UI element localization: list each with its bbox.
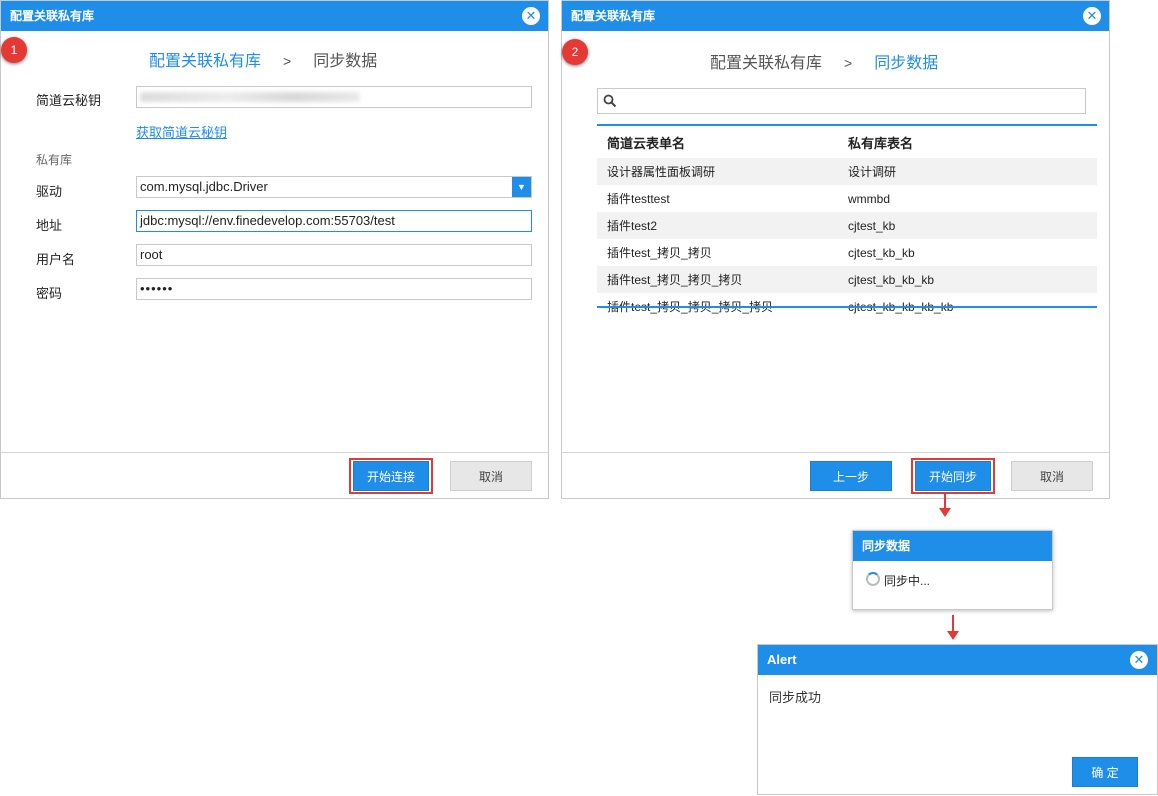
table-row[interactable]: 设计器属性面板调研 设计调研 — [597, 158, 1097, 185]
dialog-title: 配置关联私有库 — [10, 9, 95, 23]
search-icon — [603, 94, 617, 108]
popup-title: 同步数据 — [862, 539, 911, 553]
cancel-button[interactable]: 取消 — [450, 461, 532, 491]
driver-label: 驱动 — [36, 184, 63, 199]
start-connect-button[interactable]: 开始连接 — [353, 461, 429, 491]
start-sync-button[interactable]: 开始同步 — [915, 461, 991, 491]
secret-input[interactable] — [136, 86, 532, 108]
mapping-table: 简道云表单名 私有库表名 设计器属性面板调研 设计调研 插件testtest w… — [597, 126, 1097, 320]
dialog-header: 配置关联私有库 — [562, 1, 1109, 31]
password-input[interactable]: •••••• — [136, 278, 532, 300]
confirm-button[interactable]: 确 定 — [1072, 757, 1138, 787]
db-table-cell: cjtest_kb — [848, 218, 896, 233]
dialog-title: 配置关联私有库 — [571, 9, 656, 23]
db-table-cell: cjtest_kb_kb — [848, 245, 915, 260]
driver-select[interactable]: com.mysql.jdbc.Driver ▼ — [136, 176, 532, 198]
step-number-badge: 2 — [562, 39, 588, 65]
secret-label: 简道云秘钥 — [36, 93, 102, 108]
address-input[interactable]: jdbc:mysql://env.finedevelop.com:55703/t… — [136, 210, 532, 232]
step-separator: > — [283, 53, 292, 69]
previous-step-button[interactable]: 上一步 — [810, 461, 892, 491]
db-table-cell: 设计调研 — [848, 165, 897, 179]
table-row[interactable]: 插件testtest wmmbd — [597, 185, 1097, 212]
username-label: 用户名 — [36, 252, 76, 267]
db-table-cell: wmmbd — [848, 191, 891, 206]
address-label: 地址 — [36, 218, 63, 233]
flow-arrow-head — [939, 508, 951, 517]
config-dialog-step1: 配置关联私有库 ✕ 1 配置关联私有库 > 同步数据 简道云秘钥 获取简道云秘钥 私… — [0, 0, 549, 499]
footer-divider — [562, 452, 1109, 453]
loading-spinner-icon — [866, 572, 880, 586]
table-row[interactable]: 插件test_拷贝_拷贝_拷贝 cjtest_kb_kb_kb — [597, 266, 1097, 293]
db-table-cell: cjtest_kb_kb_kb — [848, 272, 935, 287]
config-dialog-step2: 配置关联私有库 ✕ 2 配置关联私有库 > 同步数据 简道云表单名 私有库表名 设计… — [561, 0, 1110, 499]
dialog-header: 配置关联私有库 — [1, 1, 548, 31]
get-secret-link[interactable]: 获取简道云秘钥 — [136, 122, 227, 141]
close-icon[interactable]: ✕ — [1083, 7, 1101, 25]
private-db-section-label: 私有库 — [36, 153, 73, 167]
footer-divider — [1, 452, 548, 453]
driver-value: com.mysql.jdbc.Driver — [140, 179, 268, 194]
alert-header: Alert — [758, 645, 1157, 675]
alert-title: Alert — [767, 652, 797, 667]
column-header: 简道云表单名 — [607, 135, 686, 151]
step-number-badge: 1 — [1, 37, 27, 63]
cancel-button[interactable]: 取消 — [1011, 461, 1093, 491]
table-row[interactable]: 插件test2 cjtest_kb — [597, 212, 1097, 239]
form-name-cell: 插件test_拷贝_拷贝 — [607, 246, 712, 260]
blurred-secret-value — [140, 92, 360, 102]
alert-dialog: Alert ✕ 同步成功 确 定 — [757, 644, 1158, 795]
step-separator: > — [844, 55, 853, 71]
username-input[interactable]: root — [136, 244, 532, 266]
table-bottom-rule — [597, 306, 1097, 308]
form-name-cell: 插件test_拷贝_拷贝_拷贝 — [607, 273, 743, 287]
step-sync: 同步数据 — [874, 55, 939, 72]
sync-progress-popup: 同步数据 同步中... — [852, 530, 1053, 610]
stepper: 配置关联私有库 > 同步数据 — [149, 47, 377, 71]
flow-arrow-head — [947, 631, 959, 640]
table-row[interactable]: 插件test_拷贝_拷贝 cjtest_kb_kb — [597, 239, 1097, 266]
step-sync: 同步数据 — [313, 53, 378, 70]
alert-message: 同步成功 — [769, 690, 822, 705]
form-name-cell: 插件test2 — [607, 219, 658, 233]
close-icon[interactable]: ✕ — [522, 7, 540, 25]
chevron-down-icon[interactable]: ▼ — [512, 177, 531, 197]
table-header-row: 简道云表单名 私有库表名 — [597, 126, 1097, 158]
password-label: 密码 — [36, 286, 63, 301]
form-name-cell: 插件testtest — [607, 192, 670, 206]
sync-status-text: 同步中... — [884, 574, 931, 588]
popup-header: 同步数据 — [853, 531, 1052, 561]
column-header: 私有库表名 — [848, 135, 914, 151]
stepper: 配置关联私有库 > 同步数据 — [710, 49, 938, 73]
form-name-cell: 设计器属性面板调研 — [607, 165, 716, 179]
step-config: 配置关联私有库 — [149, 53, 262, 70]
step-config: 配置关联私有库 — [710, 55, 823, 72]
close-icon[interactable]: ✕ — [1130, 651, 1148, 669]
search-input[interactable] — [597, 88, 1086, 114]
